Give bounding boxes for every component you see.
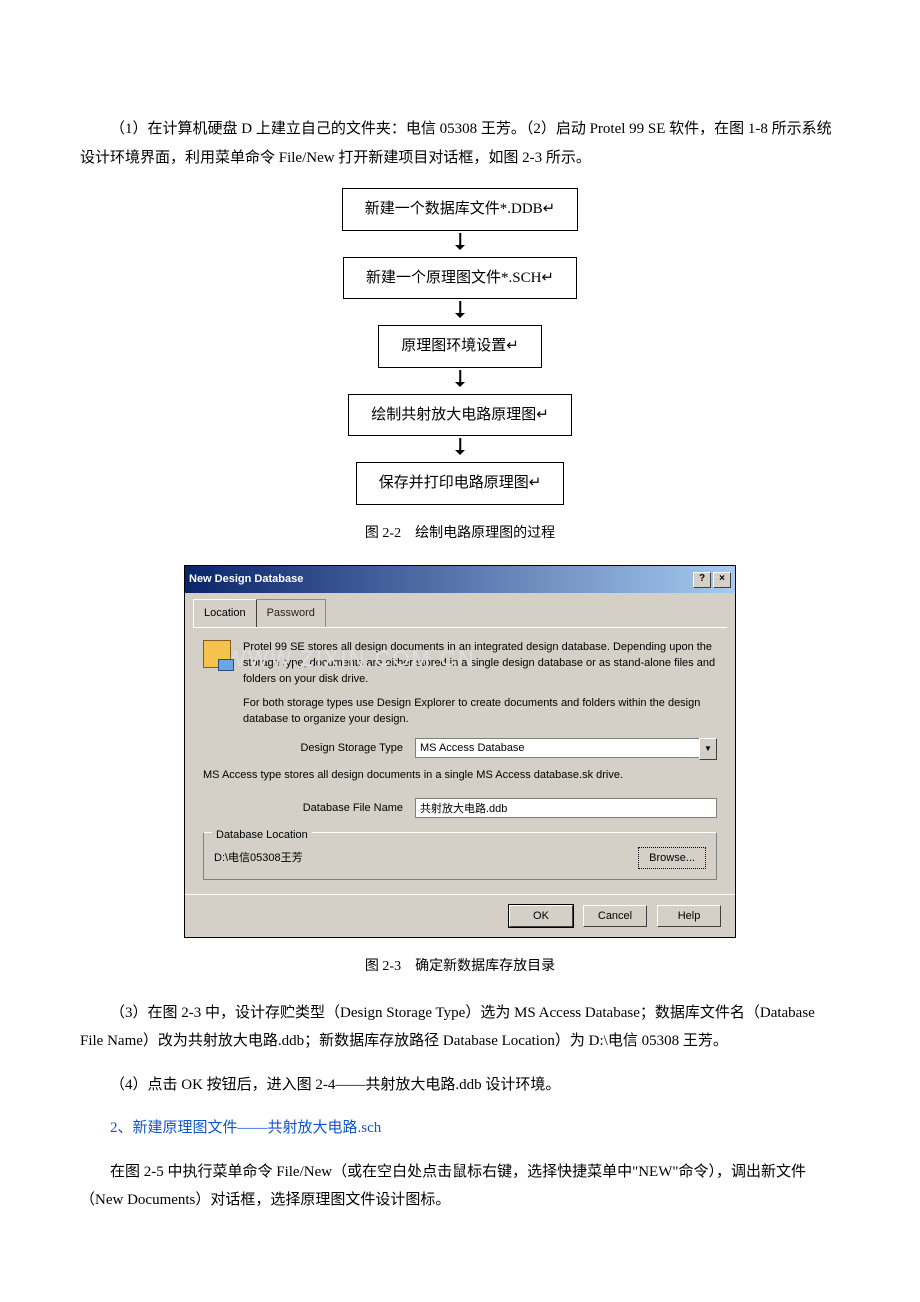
- flow-arrow: [450, 301, 470, 323]
- figure-caption-2-2: 图 2-2 绘制电路原理图的过程: [80, 521, 840, 548]
- flowchart: 新建一个数据库文件*.DDB↵ 新建一个原理图文件*.SCH↵ 原理图环境设置↵…: [80, 188, 840, 505]
- flow-step-3: 原理图环境设置↵: [378, 325, 542, 368]
- database-location-group: Database Location D:\电信05308王芳 Browse...: [203, 832, 717, 880]
- dialog-description-1: Protel 99 SE stores all design documents…: [243, 640, 717, 688]
- new-design-database-dialog: WWW.ZIXIN.COM.CN New Design Database ? ×…: [184, 565, 736, 938]
- dialog-panel: Protel 99 SE stores all design documents…: [185, 628, 735, 895]
- dialog-title: New Design Database: [189, 569, 691, 590]
- figure-caption-2-3: 图 2-3 确定新数据库存放目录: [80, 954, 840, 981]
- storage-type-value[interactable]: [415, 738, 699, 758]
- paragraph-1: （1）在计算机硬盘 D 上建立自己的文件夹：电信 05308 王芳。（2）启动 …: [80, 115, 840, 172]
- flow-arrow: [450, 438, 470, 460]
- storage-note: MS Access type stores all design documen…: [203, 768, 717, 784]
- group-label: Database Location: [212, 825, 312, 846]
- cancel-button[interactable]: Cancel: [583, 905, 647, 927]
- flow-step-1: 新建一个数据库文件*.DDB↵: [342, 188, 579, 231]
- browse-button[interactable]: Browse...: [638, 847, 706, 869]
- heading-new-sch: 2、新建原理图文件——共射放大电路.sch: [80, 1114, 840, 1143]
- titlebar-help-button[interactable]: ?: [693, 572, 711, 588]
- ok-button[interactable]: OK: [509, 905, 573, 927]
- flow-step-4: 绘制共射放大电路原理图↵: [348, 394, 572, 437]
- dialog-button-bar: OK Cancel Help: [185, 894, 735, 937]
- tab-location[interactable]: Location: [193, 599, 257, 627]
- titlebar-close-button[interactable]: ×: [713, 572, 731, 588]
- flow-arrow: [450, 370, 470, 392]
- database-icon: [203, 640, 231, 668]
- location-path: D:\电信05308王芳: [214, 848, 626, 869]
- file-name-label: Database File Name: [203, 798, 415, 819]
- flow-arrow: [450, 233, 470, 255]
- paragraph-5: 在图 2-5 中执行菜单命令 File/New（或在空白处点击鼠标右键，选择快捷…: [80, 1158, 840, 1215]
- flow-step-5: 保存并打印电路原理图↵: [356, 462, 565, 505]
- file-name-input[interactable]: [415, 798, 717, 818]
- paragraph-4: （4）点击 OK 按钮后，进入图 2-4——共射放大电路.ddb 设计环境。: [80, 1071, 840, 1100]
- dialog-description-2: For both storage types use Design Explor…: [243, 696, 717, 728]
- tab-password[interactable]: Password: [256, 599, 326, 627]
- tab-strip: Location Password: [185, 593, 735, 627]
- storage-type-combo[interactable]: ▼: [415, 738, 717, 760]
- paragraph-3: （3）在图 2-3 中，设计存贮类型（Design Storage Type）选…: [80, 999, 840, 1056]
- storage-type-label: Design Storage Type: [203, 738, 415, 759]
- chevron-down-icon[interactable]: ▼: [699, 738, 717, 760]
- help-button[interactable]: Help: [657, 905, 721, 927]
- flow-step-2: 新建一个原理图文件*.SCH↵: [343, 257, 577, 300]
- dialog-titlebar: New Design Database ? ×: [185, 566, 735, 593]
